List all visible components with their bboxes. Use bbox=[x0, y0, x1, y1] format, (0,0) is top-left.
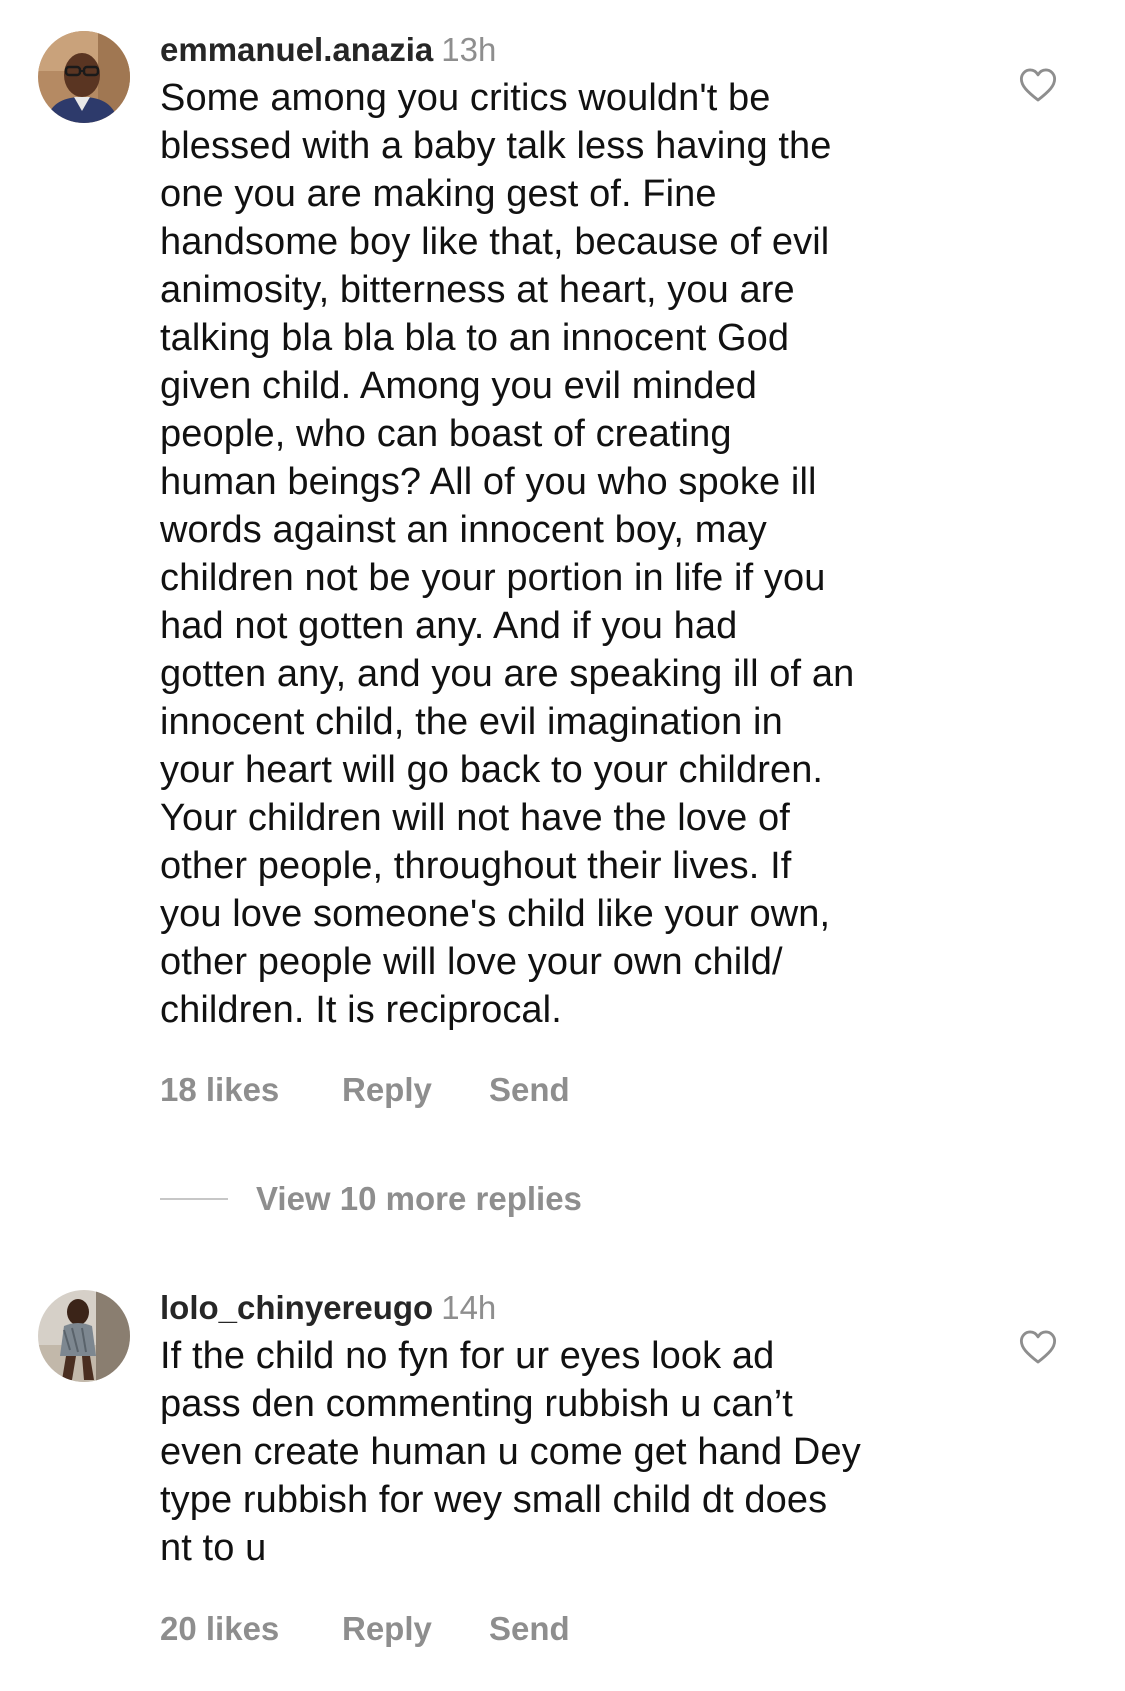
comment-text: If the child no fyn for ur eyes look ad … bbox=[160, 1335, 861, 1569]
view-more-replies-button[interactable]: View 10 more replies bbox=[160, 1174, 582, 1224]
comment-actions: 20 likes Reply Send bbox=[160, 1610, 570, 1648]
comment-header: lolo_chinyereugo 14h bbox=[160, 1286, 960, 1330]
username-link[interactable]: lolo_chinyereugo bbox=[160, 1289, 433, 1326]
send-button[interactable]: Send bbox=[489, 1071, 570, 1109]
comment-body: emmanuel.anazia 13h Some among you critic… bbox=[160, 28, 960, 1034]
view-more-replies-label: View 10 more replies bbox=[256, 1180, 582, 1217]
avatar-woman-icon bbox=[38, 1290, 130, 1382]
heart-outline-icon bbox=[1019, 68, 1057, 102]
comment-time: 13h bbox=[441, 31, 497, 68]
reply-button[interactable]: Reply bbox=[342, 1071, 489, 1109]
avatar[interactable] bbox=[38, 1290, 130, 1382]
send-button[interactable]: Send bbox=[489, 1610, 570, 1648]
like-button[interactable] bbox=[1019, 67, 1057, 103]
likes-count[interactable]: 18 likes bbox=[160, 1071, 342, 1109]
comment-body: lolo_chinyereugo 14h If the child no fyn … bbox=[160, 1286, 960, 1572]
heart-outline-icon bbox=[1019, 1330, 1057, 1364]
username-link[interactable]: emmanuel.anazia bbox=[160, 31, 433, 68]
comment-header: emmanuel.anazia 13h bbox=[160, 28, 960, 72]
avatar[interactable] bbox=[38, 31, 130, 123]
comment-actions: 18 likes Reply Send bbox=[160, 1071, 570, 1109]
comment-text: Some among you critics wouldn't be bless… bbox=[160, 77, 855, 1031]
like-button[interactable] bbox=[1019, 1329, 1057, 1365]
avatar-man-glasses-icon bbox=[38, 31, 130, 123]
comment-time: 14h bbox=[441, 1289, 497, 1326]
likes-count[interactable]: 20 likes bbox=[160, 1610, 342, 1648]
replies-divider-line bbox=[160, 1198, 228, 1200]
reply-button[interactable]: Reply bbox=[342, 1610, 489, 1648]
